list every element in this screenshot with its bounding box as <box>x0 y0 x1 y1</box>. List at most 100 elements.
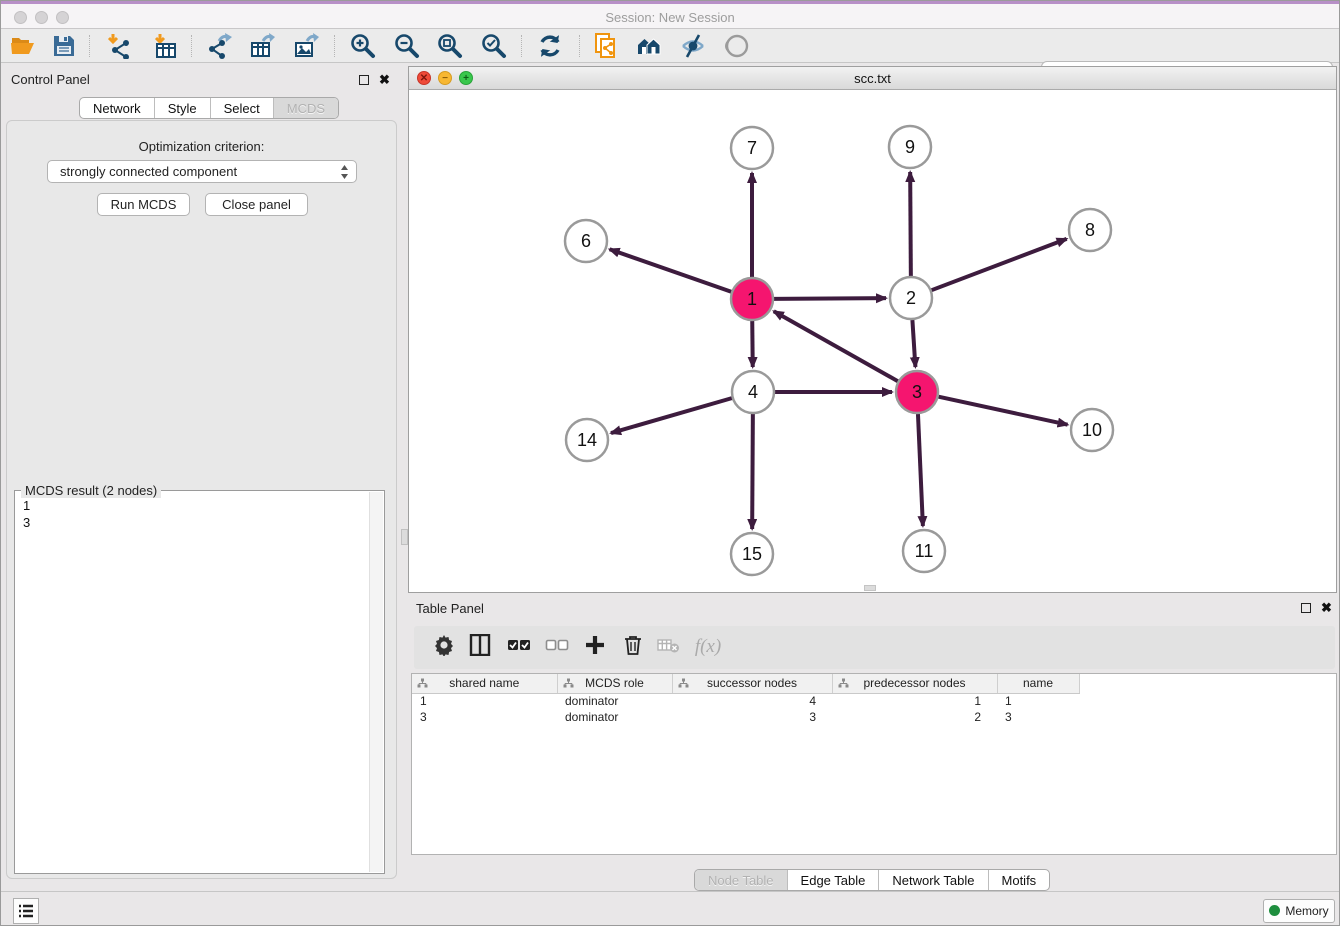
graph-node-label-14: 14 <box>577 430 597 450</box>
zoom-selected-icon[interactable] <box>481 33 507 59</box>
shared-column-icon <box>838 678 849 692</box>
memory-status-icon <box>1269 905 1280 916</box>
graph-node-label-2: 2 <box>906 288 916 308</box>
create-column-icon[interactable] <box>581 634 608 661</box>
delete-column-icon[interactable] <box>619 634 646 661</box>
network-window-titlebar[interactable]: ✕ − + scc.txt <box>409 67 1336 90</box>
save-session-icon[interactable] <box>51 33 77 59</box>
column-header-successor-nodes[interactable]: successor nodes <box>672 674 832 693</box>
tab-mcds[interactable]: MCDS <box>273 98 338 118</box>
new-network-from-selection-icon[interactable] <box>593 33 619 59</box>
shared-column-icon <box>678 678 689 692</box>
close-panel-button[interactable]: Close panel <box>205 193 308 216</box>
graph-edge-2-8[interactable] <box>932 239 1067 290</box>
network-graph[interactable]: 7968124314101511 <box>409 90 1336 592</box>
table-cell[interactable]: 1 <box>412 693 557 709</box>
home-icon[interactable] <box>636 33 662 59</box>
status-menu-button[interactable] <box>13 898 39 924</box>
graph-edge-3-10[interactable] <box>938 397 1067 425</box>
graph-edge-4-14[interactable] <box>611 398 732 433</box>
table-panel-float-icon[interactable] <box>1301 603 1311 613</box>
mcds-result-box: MCDS result (2 nodes) 13 <box>14 490 385 874</box>
show-column-icon[interactable] <box>466 634 493 661</box>
table-cell[interactable]: 2 <box>832 709 997 725</box>
import-table-icon[interactable] <box>152 33 178 59</box>
graph-node-label-7: 7 <box>747 138 757 158</box>
column-header-predecessor-nodes[interactable]: predecessor nodes <box>832 674 997 693</box>
table-header-filler <box>1079 674 1336 693</box>
unselect-all-columns-icon[interactable] <box>543 634 570 661</box>
export-network-icon[interactable] <box>206 33 232 59</box>
table-row[interactable]: 1dominator411 <box>412 693 1336 709</box>
delete-table-icon[interactable] <box>655 634 682 661</box>
tab-motifs[interactable]: Motifs <box>988 870 1050 890</box>
shared-column-icon <box>563 678 574 692</box>
table-row[interactable]: 3dominator323 <box>412 709 1336 725</box>
tab-network-table[interactable]: Network Table <box>878 870 987 890</box>
graph-edge-2-3[interactable] <box>912 320 915 367</box>
graph-edge-1-2[interactable] <box>774 298 886 299</box>
column-header-label: shared name <box>449 676 519 690</box>
export-table-icon[interactable] <box>249 33 275 59</box>
list-icon <box>17 902 35 920</box>
network-canvas[interactable]: 7968124314101511 <box>409 90 1336 592</box>
graph-edge-1-6[interactable] <box>610 249 732 291</box>
table-panel-close-icon[interactable]: ✖ <box>1321 603 1332 613</box>
table-toolbar: f(x) <box>414 626 1335 669</box>
control-panel-close-icon[interactable]: ✖ <box>379 75 390 85</box>
column-header-shared-name[interactable]: shared name <box>412 674 557 693</box>
zoom-fit-icon[interactable] <box>437 33 463 59</box>
graph-edge-3-11[interactable] <box>918 414 923 526</box>
apply-layout-icon[interactable] <box>537 33 563 59</box>
toolbar-separator <box>521 35 522 57</box>
status-bar: Memory <box>1 891 1339 926</box>
tab-select[interactable]: Select <box>210 98 273 118</box>
table-settings-gear-icon[interactable] <box>430 634 457 661</box>
show-all-icon[interactable] <box>724 33 750 59</box>
criterion-select[interactable]: strongly connected component <box>47 160 357 183</box>
shared-column-icon <box>417 678 428 692</box>
memory-button[interactable]: Memory <box>1263 899 1335 923</box>
column-header-label: name <box>1023 676 1053 690</box>
column-header-name[interactable]: name <box>997 674 1079 693</box>
table-cell[interactable]: 3 <box>412 709 557 725</box>
hide-selected-icon[interactable] <box>680 33 706 59</box>
function-builder-icon[interactable]: f(x) <box>689 634 727 661</box>
table-cell[interactable]: 3 <box>997 709 1079 725</box>
import-network-icon[interactable] <box>105 33 131 59</box>
mcds-result-line: 1 <box>23 497 30 514</box>
graph-edge-2-9[interactable] <box>910 172 911 276</box>
tab-node-table[interactable]: Node Table <box>695 870 787 890</box>
tab-style[interactable]: Style <box>154 98 210 118</box>
table-cell[interactable]: dominator <box>557 709 672 725</box>
graph-node-label-11: 11 <box>915 541 934 561</box>
table-cell[interactable]: 1 <box>832 693 997 709</box>
table-cell[interactable]: dominator <box>557 693 672 709</box>
panel-divider[interactable] <box>401 63 408 891</box>
open-session-icon[interactable] <box>10 33 36 59</box>
column-header-MCDS-role[interactable]: MCDS role <box>557 674 672 693</box>
mcds-result-title: MCDS result (2 nodes) <box>21 483 161 498</box>
window-title: Session: New Session <box>1 10 1339 25</box>
run-mcds-button[interactable]: Run MCDS <box>97 193 190 216</box>
canvas-scroll-grip[interactable] <box>864 585 876 591</box>
tab-edge-table[interactable]: Edge Table <box>787 870 879 890</box>
table-cell[interactable]: 1 <box>997 693 1079 709</box>
graph-node-label-15: 15 <box>742 544 762 564</box>
export-image-icon[interactable] <box>293 33 319 59</box>
table-cell[interactable]: 4 <box>672 693 832 709</box>
table-panel-title: Table Panel <box>416 601 484 616</box>
graph-edge-4-15[interactable] <box>752 414 753 529</box>
tab-network[interactable]: Network <box>80 98 154 118</box>
zoom-out-icon[interactable] <box>394 33 420 59</box>
graph-edge-3-1[interactable] <box>774 311 898 381</box>
mcds-result-scrollbar[interactable] <box>369 492 383 872</box>
column-header-label: MCDS role <box>585 676 644 690</box>
select-all-columns-icon[interactable] <box>505 634 532 661</box>
main-toolbar <box>1 29 1339 63</box>
control-panel-title: Control Panel <box>11 72 90 87</box>
table-cell[interactable]: 3 <box>672 709 832 725</box>
zoom-in-icon[interactable] <box>350 33 376 59</box>
control-panel-float-icon[interactable] <box>359 75 369 85</box>
divider-grip[interactable] <box>401 529 408 545</box>
